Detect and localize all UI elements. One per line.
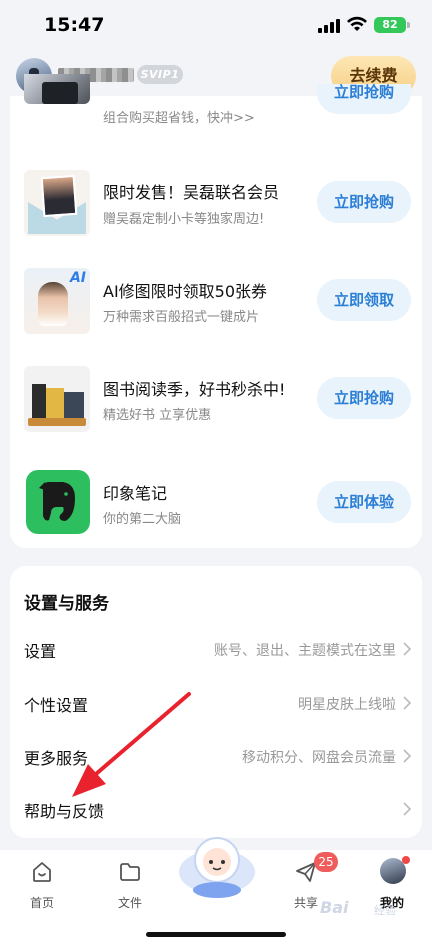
promo-card: 组合购买超省钱，快冲>> 立即抢购 限时发售！吴磊联名会员 赠吴磊定制小卡等独家… — [10, 74, 422, 548]
tab-files[interactable]: 文件 — [100, 858, 160, 918]
promo-title: 图书阅读季，好书秒杀中! — [103, 380, 286, 399]
status-bar: 15:47 82 — [0, 0, 432, 52]
promo-item-books[interactable]: 图书阅读季，好书秒杀中! 精选好书 立享优惠 立即抢购 — [10, 358, 422, 448]
mascot-icon[interactable] — [176, 834, 258, 900]
chevron-right-icon — [403, 802, 412, 816]
notification-dot — [402, 856, 410, 864]
promo-button-try[interactable]: 立即体验 — [317, 481, 411, 523]
home-indicator — [146, 932, 286, 937]
wifi-icon — [347, 16, 367, 31]
status-time: 15:47 — [44, 14, 105, 36]
share-count-badge: 25 — [314, 852, 338, 872]
settings-row-hint: 账号、退出、主题模式在这里 — [214, 643, 396, 659]
group-buy-image — [24, 74, 90, 104]
co-brand-card-image — [24, 170, 90, 236]
settings-row-label: 帮助与反馈 — [24, 802, 105, 821]
settings-card: 设置与服务 设置 账号、退出、主题模式在这里 个性设置 明星皮肤上线啦 更多服务… — [10, 566, 422, 838]
ai-photo-image: AI — [24, 268, 90, 334]
chevron-right-icon — [403, 696, 412, 710]
settings-title: 设置与服务 — [24, 594, 109, 614]
promo-button-buy[interactable]: 立即抢购 — [317, 377, 411, 419]
promo-item-evernote[interactable]: 印象笔记 你的第二大脑 立即体验 — [10, 456, 422, 546]
folder-icon — [120, 863, 140, 881]
cellular-signal-icon — [318, 18, 340, 33]
evernote-elephant-icon — [26, 470, 90, 534]
promo-item-co-brand[interactable]: 限时发售！吴磊联名会员 赠吴磊定制小卡等独家周边! 立即抢购 — [10, 162, 422, 252]
settings-row-more-services[interactable]: 更多服务 移动积分、网盘会员流量 — [10, 731, 422, 783]
promo-button-claim[interactable]: 立即领取 — [317, 279, 411, 321]
promo-button-buy[interactable]: 立即抢购 — [317, 84, 411, 114]
promo-subtitle: 组合购买超省钱，快冲>> — [103, 111, 255, 126]
promo-title: 印象笔记 — [103, 484, 168, 503]
tab-label: 文件 — [117, 896, 142, 910]
settings-row-label: 个性设置 — [24, 696, 89, 715]
promo-item-ai-photo[interactable]: AI AI修图限时领取50张券 万种需求百般招式一键成片 立即领取 — [10, 260, 422, 350]
promo-title: AI修图限时领取50张券 — [103, 282, 268, 301]
settings-row-help-feedback[interactable]: 帮助与反馈 — [10, 784, 422, 836]
settings-row-personalize[interactable]: 个性设置 明星皮肤上线啦 — [10, 678, 422, 730]
settings-row-settings[interactable]: 设置 账号、退出、主题模式在这里 — [10, 624, 422, 676]
promo-button-buy[interactable]: 立即抢购 — [317, 181, 411, 223]
settings-row-label: 设置 — [24, 642, 57, 661]
promo-item-group-buy[interactable]: 组合购买超省钱，快冲>> 立即抢购 — [10, 70, 422, 160]
settings-row-label: 更多服务 — [24, 749, 89, 768]
promo-subtitle: 你的第二大脑 — [103, 512, 182, 527]
promo-subtitle: 精选好书 立享优惠 — [103, 408, 212, 423]
promo-title: 限时发售！吴磊联名会员 — [103, 183, 280, 202]
promo-subtitle: 赠吴磊定制小卡等独家周边! — [103, 212, 265, 227]
books-image — [24, 366, 90, 432]
baidu-watermark: Bai 经验 — [320, 898, 396, 917]
settings-row-hint: 明星皮肤上线啦 — [298, 697, 396, 713]
tab-label: 首页 — [29, 896, 54, 910]
chevron-right-icon — [403, 642, 412, 656]
tab-home[interactable]: 首页 — [12, 858, 72, 918]
settings-row-hint: 移动积分、网盘会员流量 — [242, 750, 396, 766]
chevron-right-icon — [403, 749, 412, 763]
home-icon — [33, 862, 51, 882]
battery-indicator: 82 — [374, 17, 410, 33]
promo-subtitle: 万种需求百般招式一键成片 — [103, 310, 260, 325]
